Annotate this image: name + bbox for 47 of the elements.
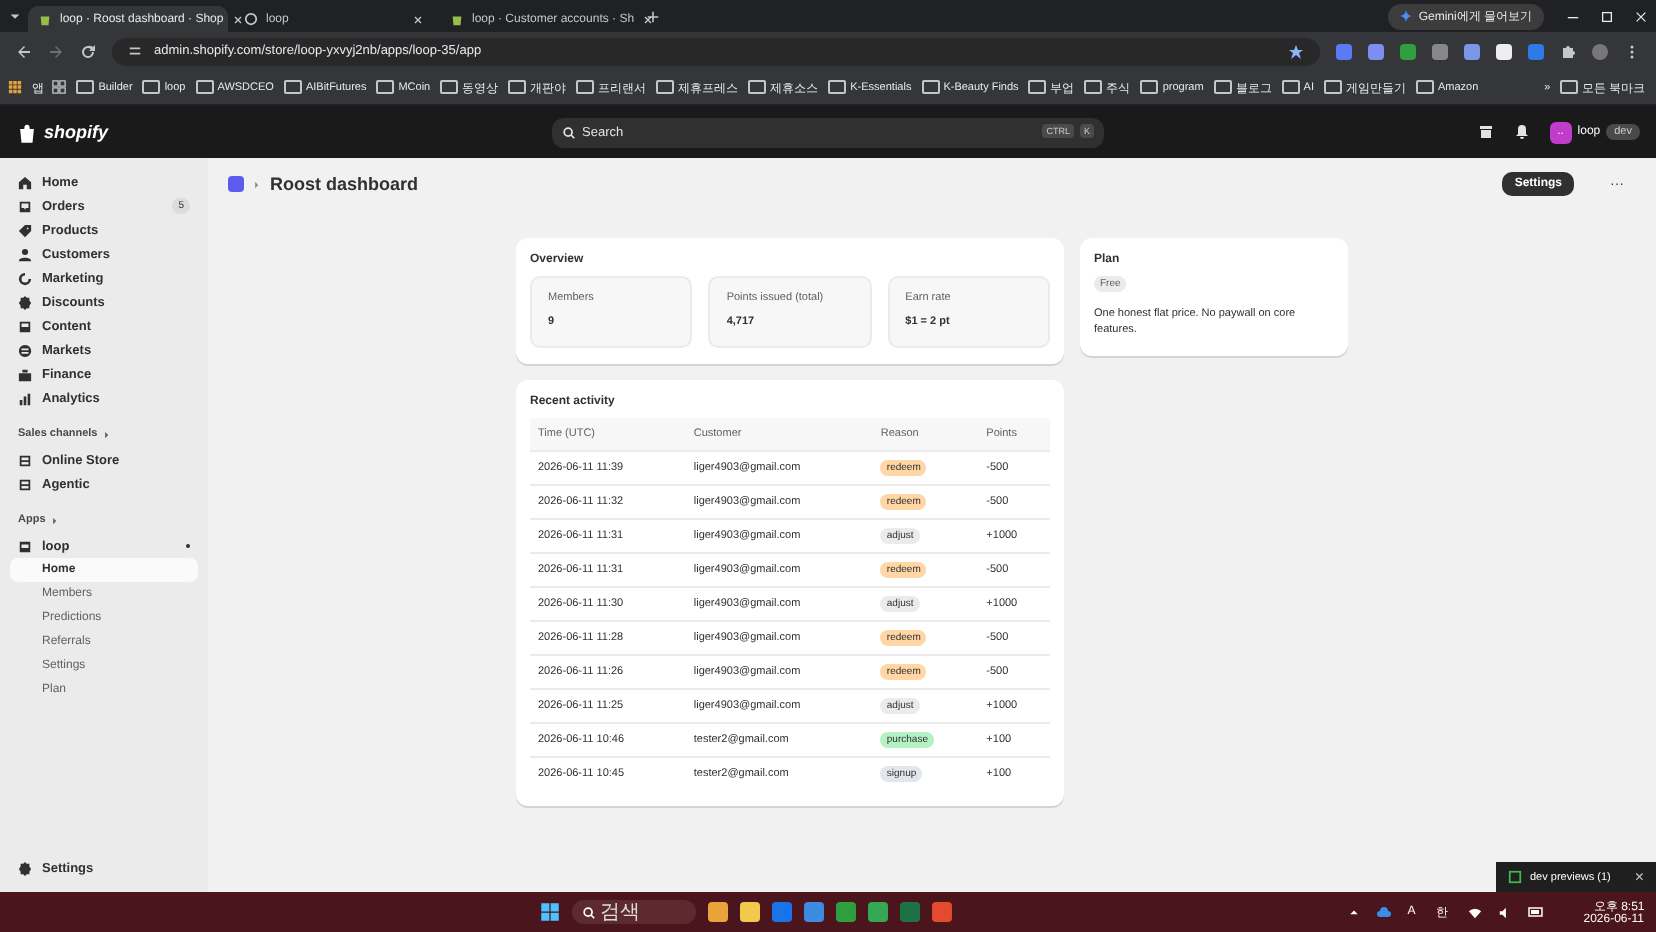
forward-icon — [48, 43, 64, 59]
chevron-right-icon — [252, 179, 262, 189]
globe-icon — [18, 343, 32, 357]
site-settings-icon — [128, 44, 142, 58]
grid-icon — [52, 80, 67, 94]
bar-chart-icon — [18, 391, 32, 405]
shopify-logo: shopify — [44, 122, 109, 142]
speaker-icon — [1497, 905, 1512, 919]
search-icon — [582, 905, 596, 919]
chevron-down-icon — [8, 9, 22, 23]
bank-icon — [18, 367, 32, 381]
apps-grid-icon — [8, 80, 22, 94]
taskbar-search[interactable]: 검색 — [572, 900, 696, 924]
bag-icon — [38, 12, 52, 26]
close-icon — [231, 13, 244, 25]
puzzle-icon — [1560, 43, 1576, 59]
restore-icon — [1600, 9, 1614, 23]
globe-icon — [244, 12, 258, 26]
windows-start-icon — [540, 902, 560, 922]
home-icon — [18, 175, 32, 189]
back-icon — [16, 43, 32, 59]
search-icon — [562, 125, 576, 139]
close-icon — [642, 13, 655, 25]
shopping-bag-icon — [16, 121, 38, 143]
inbox-icon — [18, 199, 32, 213]
reload-icon — [80, 43, 96, 59]
star-icon — [1288, 43, 1304, 59]
window-icon — [1508, 870, 1522, 884]
battery-icon — [1527, 904, 1544, 920]
cloud-icon — [1375, 904, 1392, 920]
bag-icon — [450, 12, 464, 26]
page-title: Roost dashboard — [270, 174, 419, 194]
badge-icon — [18, 295, 32, 309]
chevron-up-icon — [1347, 906, 1360, 918]
wifi-icon — [1467, 905, 1482, 919]
gear-icon — [18, 861, 32, 875]
new-tab-icon — [646, 9, 660, 23]
chevron-right-icon — [49, 515, 60, 525]
profile-avatar[interactable] — [1592, 43, 1608, 59]
sparkle-icon — [1400, 10, 1413, 22]
chevron-right-icon — [101, 429, 112, 439]
bell-icon — [1513, 124, 1530, 140]
close-icon — [1634, 9, 1648, 23]
store-icon — [1477, 124, 1494, 140]
tag-icon — [18, 223, 32, 237]
close-icon — [412, 13, 424, 25]
person-icon — [18, 247, 32, 261]
